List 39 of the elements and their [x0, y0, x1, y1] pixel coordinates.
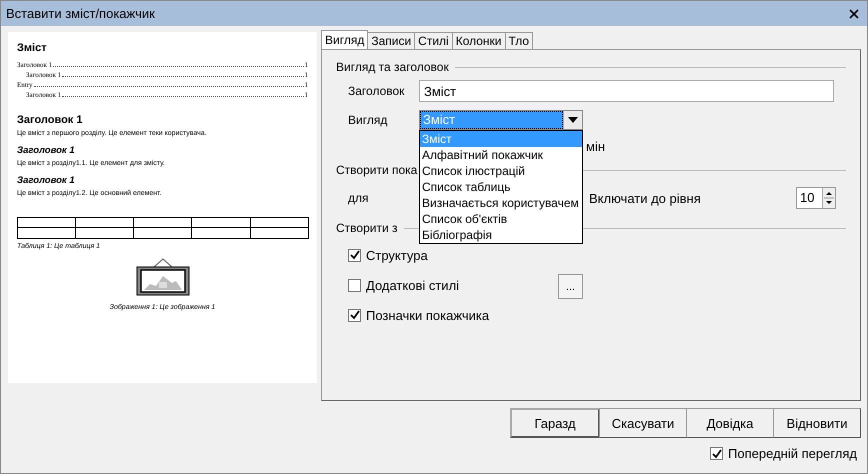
framed-picture-icon: [136, 256, 190, 296]
section-heading: Створити з: [336, 221, 398, 235]
field-label: Заголовок: [347, 84, 406, 98]
checkbox-label: мін: [586, 138, 606, 154]
field-label: для: [347, 191, 370, 205]
level-spinner[interactable]: 10: [796, 187, 836, 209]
dropdown-option[interactable]: Список таблиць: [420, 179, 582, 195]
tab[interactable]: Тло: [504, 32, 534, 49]
preview-subheading: Заголовок 1: [17, 175, 76, 186]
checkbox-label: Структура: [366, 248, 428, 262]
checkbox-label: Позначки покажчика: [366, 308, 490, 322]
checkbox[interactable]: [710, 447, 724, 460]
close-icon[interactable]: [849, 8, 859, 18]
checkbox-label: Попередній перегляд: [728, 446, 857, 461]
dialog-button[interactable]: Скасувати: [599, 408, 687, 438]
dialog-button[interactable]: Гаразд: [510, 408, 600, 438]
preview-subheading: Заголовок 1: [17, 145, 76, 156]
dropdown-option[interactable]: Бібліографія: [420, 227, 582, 243]
section-heading: Вигляд та заголовок: [336, 60, 449, 74]
more-button[interactable]: ...: [558, 274, 583, 299]
checkbox[interactable]: [348, 248, 361, 262]
dialog-button[interactable]: Відновити: [773, 408, 861, 438]
checkbox[interactable]: [348, 278, 361, 292]
dialog-button[interactable]: Довідка: [686, 408, 774, 438]
dropdown-option[interactable]: Визначається користувачем: [420, 195, 582, 211]
window-title: Вставити зміст/покажчик: [6, 6, 155, 21]
dropdown-option[interactable]: Список ілюстрацій: [420, 163, 582, 179]
dropdown-option[interactable]: Алфавітний покажчик: [420, 147, 582, 163]
checkbox[interactable]: [348, 308, 361, 322]
tab[interactable]: Вигляд: [321, 30, 368, 49]
preview-toc-title: Зміст: [17, 42, 48, 54]
field-label: Включати до рівня: [589, 190, 702, 206]
dropdown-option[interactable]: Список об'єктів: [420, 211, 582, 227]
checkbox-label: Додаткові стилі: [366, 278, 460, 292]
title-field[interactable]: Зміст: [419, 80, 834, 102]
preview-heading: Заголовок 1: [17, 114, 84, 126]
caret-icon: [568, 117, 578, 123]
field-label: Вигляд: [347, 113, 388, 127]
section-heading: Створити пока: [336, 163, 418, 177]
